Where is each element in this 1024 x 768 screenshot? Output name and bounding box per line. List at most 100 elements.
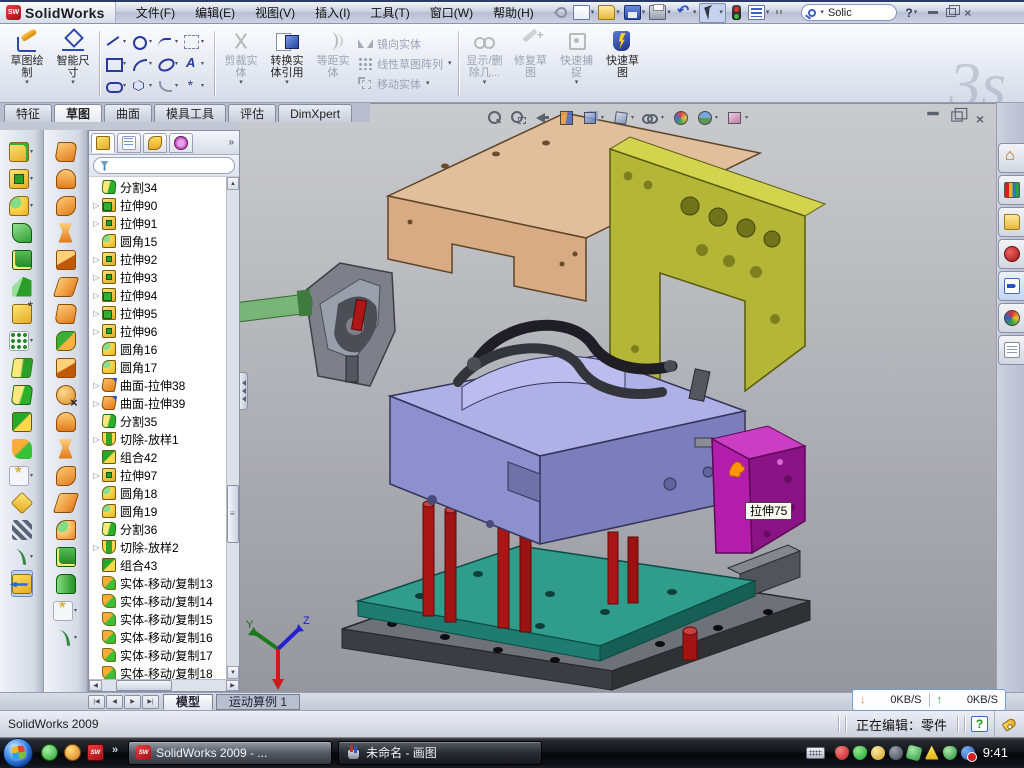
doc-minimize-button[interactable] <box>927 112 939 115</box>
dropdown-arrow-icon[interactable]: ▾ <box>30 473 33 479</box>
toolbar-button[interactable]: ▾ <box>674 3 699 23</box>
expand-arrow-icon[interactable] <box>91 327 102 336</box>
dropdown-arrow-icon[interactable]: ▾ <box>123 83 126 89</box>
sketch-button[interactable]: 草图绘制 ▾ <box>4 27 50 100</box>
surface-tool-button[interactable]: ▾ <box>56 516 76 543</box>
dropdown-arrow-icon[interactable]: ▾ <box>123 39 126 45</box>
model-part-mold-body[interactable] <box>390 325 745 544</box>
tree-item[interactable]: 实体-移动/复制18 <box>89 664 226 679</box>
surface-tool-button[interactable]: ▾ <box>56 273 76 300</box>
messenger-blocked-tray-icon[interactable] <box>961 746 975 760</box>
dropdown-arrow-icon[interactable]: ▾ <box>693 9 697 16</box>
surface-tool-button[interactable]: ▾ <box>56 219 76 246</box>
expand-arrow-icon[interactable] <box>91 543 102 552</box>
tree-item[interactable]: 实体-移动/复制13 <box>89 574 226 592</box>
tree-item[interactable]: 拉伸90 <box>89 196 226 214</box>
command-row-button[interactable]: 镜向实体 ▾ <box>358 35 453 53</box>
ribbon-tab[interactable]: 曲面 <box>104 104 152 122</box>
tree-horizontal-scrollbar[interactable]: ◀ ▶ <box>89 679 239 691</box>
quick-launch-safety-icon[interactable] <box>64 744 81 761</box>
tree-item[interactable]: 实体-移动/复制15 <box>89 610 226 628</box>
feature-tool-button[interactable]: ▾ <box>9 327 34 354</box>
surface-tool-button[interactable]: ▾ <box>56 327 76 354</box>
dropdown-arrow-icon[interactable]: ▾ <box>30 338 33 344</box>
surface-tool-button[interactable]: ▾ <box>56 192 76 219</box>
toolbar-button[interactable]: ▾ <box>597 3 622 23</box>
ribbon-tab[interactable]: 评估 <box>228 104 276 122</box>
feature-tool-button[interactable]: ▾ <box>9 165 34 192</box>
search-input[interactable] <box>828 7 880 19</box>
tree-item[interactable]: 拉伸94 <box>89 286 226 304</box>
dropdown-arrow-icon[interactable]: ▾ <box>30 149 33 155</box>
feature-tool-button[interactable]: ▾ <box>12 219 32 246</box>
command-button[interactable]: 显示/删除几... ▾ <box>462 27 508 100</box>
dropdown-arrow-icon[interactable]: ▾ <box>642 9 646 16</box>
tree-item[interactable]: 实体-移动/复制14 <box>89 592 226 610</box>
quick-launch-messenger-icon[interactable] <box>41 744 58 761</box>
first-tab-button[interactable] <box>88 695 105 709</box>
menu-item[interactable]: 窗口(W) <box>420 1 483 24</box>
help-button[interactable]: ? <box>905 6 912 20</box>
search-dropdown-icon[interactable]: ▾ <box>820 9 824 16</box>
tree-item[interactable]: 组合43 <box>89 556 226 574</box>
dropdown-arrow-icon[interactable]: ▾ <box>239 79 243 86</box>
view-tool-button[interactable]: ▾ <box>696 110 719 125</box>
dropdown-arrow-icon[interactable]: ▾ <box>175 61 178 67</box>
restore-button[interactable] <box>946 8 956 17</box>
view-tool-button[interactable]: ▾ <box>726 110 749 125</box>
feature-tool-button[interactable]: ▾ <box>12 246 32 273</box>
dropdown-arrow-icon[interactable]: ▾ <box>175 83 178 89</box>
expand-arrow-icon[interactable] <box>91 381 102 390</box>
start-button[interactable] <box>3 738 33 768</box>
scrollbar-thumb[interactable] <box>227 485 239 543</box>
surface-tool-button[interactable]: ▾ <box>56 462 76 489</box>
defender-tray-icon[interactable] <box>943 746 957 760</box>
tree-item[interactable]: 分割35 <box>89 412 226 430</box>
feature-tool-button[interactable]: ▾ <box>12 381 32 408</box>
dropdown-arrow-icon[interactable]: ▾ <box>30 176 33 182</box>
next-tab-button[interactable] <box>124 695 141 709</box>
tag-cell[interactable] <box>994 711 1024 737</box>
feature-tool-button[interactable]: ▾ <box>12 489 32 516</box>
dropdown-arrow-icon[interactable]: ▾ <box>201 83 204 89</box>
surface-tool-button[interactable]: ▾ <box>56 543 76 570</box>
toolbar-button[interactable]: ▾ <box>772 3 791 23</box>
surface-tool-button[interactable]: ▾ <box>56 570 76 597</box>
tree-item[interactable]: 拉伸97 <box>89 466 226 484</box>
panel-splitter-handle[interactable] <box>240 372 248 410</box>
taskbar-button-paint[interactable]: 未命名 - 画图 <box>338 741 542 765</box>
dropdown-arrow-icon[interactable]: ▾ <box>715 115 718 121</box>
toolbar-button[interactable]: ▾ <box>727 3 746 23</box>
tree-item[interactable]: 曲面-拉伸39 <box>89 394 226 412</box>
view-tool-button[interactable]: ▾ <box>510 110 527 125</box>
search-box[interactable]: ▾ <box>801 4 897 21</box>
dropdown-arrow-icon[interactable]: ▾ <box>201 61 204 67</box>
surface-tool-button[interactable]: ▾ <box>56 435 76 462</box>
dropdown-arrow-icon[interactable]: ▾ <box>123 61 126 67</box>
dropdown-arrow-icon[interactable]: ▾ <box>661 115 664 121</box>
menu-item[interactable]: 编辑(E) <box>185 1 245 24</box>
menu-item[interactable]: 视图(V) <box>245 1 305 24</box>
feature-tool-button[interactable]: ▾ <box>9 462 34 489</box>
scroll-down-icon[interactable]: ▼ <box>227 666 239 679</box>
view-tool-button[interactable]: ▾ <box>672 110 689 125</box>
tree-item[interactable]: 切除-放样1 <box>89 430 226 448</box>
sketch-entity-button[interactable]: ▾ <box>105 53 131 75</box>
sketch-entity-button[interactable]: ▾ <box>105 31 131 53</box>
dropdown-arrow-icon[interactable]: ▾ <box>719 9 723 16</box>
dropdown-arrow-icon[interactable]: ▾ <box>448 60 452 67</box>
doc-close-button[interactable]: × <box>976 112 984 126</box>
minimize-button[interactable] <box>928 11 938 14</box>
sketch-entity-button[interactable]: ▾ <box>157 53 183 75</box>
expand-arrow-icon[interactable] <box>91 219 102 228</box>
dropdown-arrow-icon[interactable]: ▾ <box>616 9 620 16</box>
ribbon-tab[interactable]: 特征 <box>4 104 52 122</box>
menu-item[interactable]: 插入(I) <box>305 1 360 24</box>
last-tab-button[interactable] <box>142 695 159 709</box>
sketch-entity-button[interactable]: ▾ <box>183 31 209 53</box>
task-pane-tab[interactable] <box>998 175 1024 205</box>
help-dropdown-icon[interactable]: ▾ <box>914 9 918 16</box>
tree-item[interactable]: 圆角16 <box>89 340 226 358</box>
dropdown-arrow-icon[interactable]: ▾ <box>575 79 579 86</box>
command-button[interactable]: 快速捕捉 ▾ <box>554 27 600 100</box>
